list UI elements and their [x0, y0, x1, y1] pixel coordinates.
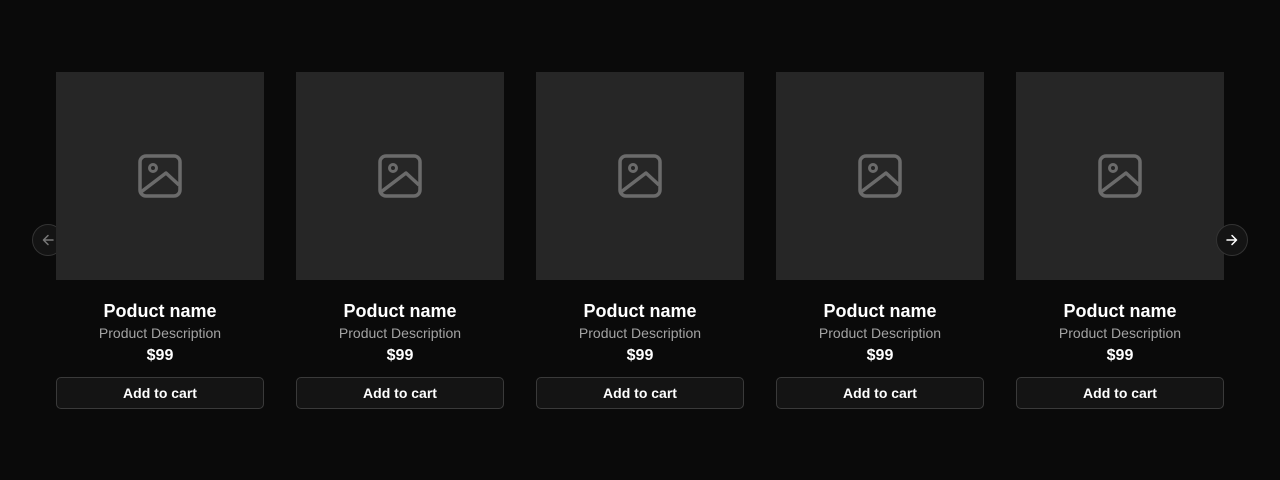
image-placeholder-icon: [378, 154, 422, 198]
image-placeholder-icon: [618, 154, 662, 198]
product-name: Poduct name: [823, 301, 937, 321]
arrow-right-icon: [1226, 234, 1238, 246]
add-to-cart-button[interactable]: Add to cart: [1016, 377, 1224, 409]
product-price: $99: [1106, 347, 1134, 364]
add-to-cart-button[interactable]: Add to cart: [56, 377, 264, 409]
product-image[interactable]: [296, 72, 504, 280]
product-image[interactable]: [1016, 72, 1224, 280]
product-price: $99: [626, 347, 654, 364]
product-card: Poduct name Product Description $99 Add …: [296, 72, 504, 409]
product-image[interactable]: [776, 72, 984, 280]
carousel-next-button[interactable]: [1216, 224, 1248, 256]
image-placeholder-icon: [858, 154, 902, 198]
product-name: Poduct name: [343, 301, 457, 321]
product-description: Product Description: [818, 325, 942, 341]
product-name: Poduct name: [583, 301, 697, 321]
product-card: Poduct name Product Description $99 Add …: [56, 72, 264, 409]
product-name: Poduct name: [1063, 301, 1177, 321]
add-to-cart-button[interactable]: Add to cart: [776, 377, 984, 409]
product-card: Poduct name Product Description $99 Add …: [776, 72, 984, 409]
product-card: Poduct name Product Description $99 Add …: [1016, 72, 1224, 409]
product-carousel: Poduct name Product Description $99 Add …: [0, 0, 1280, 480]
product-price: $99: [866, 347, 894, 364]
product-price: $99: [146, 347, 174, 364]
add-to-cart-button[interactable]: Add to cart: [536, 377, 744, 409]
product-description: Product Description: [1058, 325, 1182, 341]
product-image[interactable]: [536, 72, 744, 280]
image-placeholder-icon: [1098, 154, 1142, 198]
product-track: Poduct name Product Description $99 Add …: [56, 72, 1224, 409]
product-description: Product Description: [98, 325, 222, 341]
product-description: Product Description: [338, 325, 462, 341]
product-card: Poduct name Product Description $99 Add …: [536, 72, 744, 409]
product-name: Poduct name: [103, 301, 217, 321]
product-price: $99: [386, 347, 414, 364]
arrow-left-icon: [42, 234, 54, 246]
image-placeholder-icon: [138, 154, 182, 198]
product-description: Product Description: [578, 325, 702, 341]
add-to-cart-button[interactable]: Add to cart: [296, 377, 504, 409]
product-image[interactable]: [56, 72, 264, 280]
